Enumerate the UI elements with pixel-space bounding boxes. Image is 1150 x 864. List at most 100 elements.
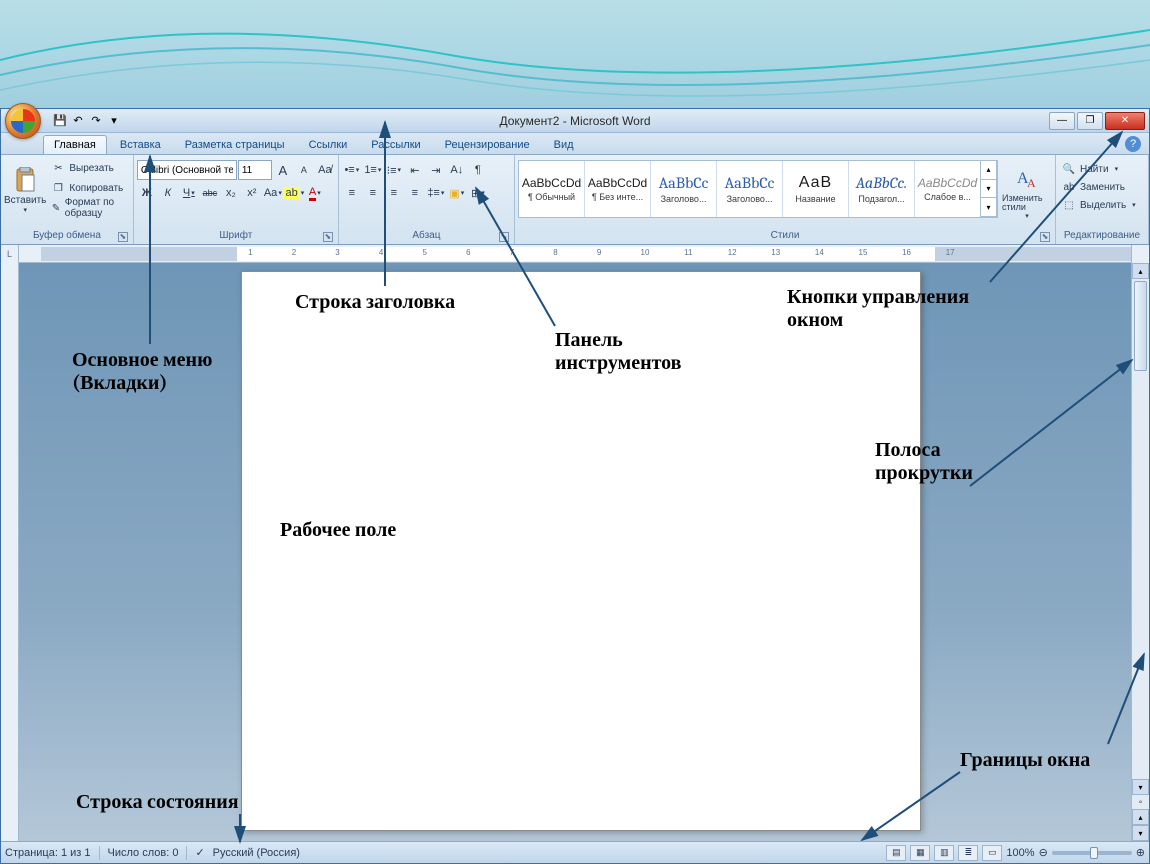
styles-launcher[interactable]: ⬊ [1040, 232, 1050, 242]
sort-button[interactable]: A↓ [447, 160, 467, 180]
find-button[interactable]: 🔍Найти▾ [1059, 160, 1121, 178]
paragraph-launcher[interactable]: ⬊ [499, 232, 509, 242]
minimize-button[interactable]: — [1049, 112, 1075, 130]
save-icon[interactable]: 💾 [53, 114, 67, 128]
zoom-level[interactable]: 100% [1006, 847, 1034, 859]
ruler-horizontal[interactable]: 123 456 789 101112 131415 1617 [19, 245, 1131, 263]
font-size-select[interactable] [238, 160, 272, 180]
vertical-scrollbar[interactable]: ▴ ▾ ◦ ▴ ▾ [1131, 263, 1149, 841]
style-normal[interactable]: AaBbCcDd¶ Обычный [519, 161, 585, 217]
prev-page-icon[interactable]: ▴ [1132, 809, 1149, 825]
group-clipboard: Вставить ▾ ✂Вырезать ❐Копировать ✎Формат… [1, 155, 134, 244]
italic-button[interactable]: К [158, 183, 178, 203]
decrease-indent-button[interactable]: ⇤ [405, 160, 425, 180]
numbering-button[interactable]: 1≡ [363, 160, 383, 180]
scroll-up-icon[interactable]: ▴ [1132, 263, 1149, 279]
ruler-vertical[interactable] [1, 263, 19, 841]
format-painter-button[interactable]: ✎Формат по образцу [48, 199, 127, 217]
status-word-count[interactable]: Число слов: 0 [108, 847, 179, 859]
browse-object-icon[interactable]: ◦ [1132, 795, 1149, 809]
zoom-in-button[interactable]: ⊕ [1136, 846, 1145, 859]
scroll-thumb[interactable] [1134, 281, 1147, 371]
multilevel-button[interactable]: ⁝≡ [384, 160, 404, 180]
change-styles-icon: AA [1014, 166, 1040, 192]
superscript-button[interactable]: x² [242, 183, 262, 203]
strike-button[interactable]: abc [200, 183, 220, 203]
style-subtle[interactable]: AaBbCcDdСлабое в... [915, 161, 981, 217]
bold-button[interactable]: Ж [137, 183, 157, 203]
outline-view-button[interactable]: ≣ [958, 845, 978, 861]
office-button[interactable] [5, 103, 41, 139]
line-spacing-button[interactable]: ‡≡ [426, 183, 446, 203]
web-layout-view-button[interactable]: ▥ [934, 845, 954, 861]
select-button[interactable]: ⬚Выделить▾ [1059, 196, 1139, 214]
numbering-icon: 1≡ [364, 164, 377, 176]
help-icon[interactable]: ? [1125, 136, 1141, 152]
close-button[interactable]: ✕ [1105, 112, 1145, 130]
font-name-select[interactable] [137, 160, 237, 180]
undo-icon[interactable]: ↶ [71, 114, 85, 128]
replace-label: Заменить [1080, 182, 1125, 193]
font-launcher[interactable]: ⬊ [323, 232, 333, 242]
align-left-icon: ≡ [349, 187, 355, 199]
style-title[interactable]: АаВНазвание [783, 161, 849, 217]
show-marks-button[interactable]: ¶ [468, 160, 488, 180]
align-left-button[interactable]: ≡ [342, 183, 362, 203]
align-center-button[interactable]: ≡ [363, 183, 383, 203]
style-heading1[interactable]: AaBbCcЗаголово... [651, 161, 717, 217]
qat-customize-icon[interactable]: ▾ [107, 114, 121, 128]
full-screen-view-button[interactable]: ▦ [910, 845, 930, 861]
decorative-background [0, 0, 1150, 110]
draft-view-button[interactable]: ▭ [982, 845, 1002, 861]
styles-scroll[interactable]: ▴▾▾ [981, 161, 997, 217]
clear-format-button[interactable]: Aa̸ [315, 160, 335, 180]
tab-page-layout[interactable]: Разметка страницы [174, 135, 296, 154]
tab-review[interactable]: Рецензирование [434, 135, 541, 154]
increase-indent-button[interactable]: ⇥ [426, 160, 446, 180]
grow-font-button[interactable]: A [273, 160, 293, 180]
change-styles-label: Изменить стили [1002, 194, 1052, 212]
zoom-slider[interactable] [1052, 851, 1132, 855]
font-color-button[interactable]: A [305, 183, 325, 203]
subscript-button[interactable]: x₂ [221, 183, 241, 203]
copy-button[interactable]: ❐Копировать [48, 179, 127, 197]
tab-mailings[interactable]: Рассылки [360, 135, 431, 154]
status-language[interactable]: Русский (Россия) [213, 847, 300, 859]
paste-button[interactable]: Вставить ▾ [4, 157, 46, 223]
ribbon-tabs: Главная Вставка Разметка страницы Ссылки… [1, 133, 1149, 155]
clipboard-launcher[interactable]: ⬊ [118, 232, 128, 242]
borders-button[interactable]: ⊞ [468, 183, 488, 203]
style-subtitle[interactable]: AaBbCc.Подзагол... [849, 161, 915, 217]
status-page[interactable]: Страница: 1 из 1 [5, 847, 91, 859]
shrink-font-button[interactable]: A [294, 160, 314, 180]
tab-view[interactable]: Вид [543, 135, 585, 154]
align-right-icon: ≡ [391, 187, 397, 199]
change-case-button[interactable]: Aa [263, 183, 283, 203]
tab-home[interactable]: Главная [43, 135, 107, 154]
cut-button[interactable]: ✂Вырезать [48, 159, 127, 177]
align-right-button[interactable]: ≡ [384, 183, 404, 203]
proofing-icon[interactable]: ✓ [195, 846, 204, 859]
style-no-spacing[interactable]: AaBbCcDd¶ Без инте... [585, 161, 651, 217]
style-heading2[interactable]: AaBbCcЗаголово... [717, 161, 783, 217]
maximize-button[interactable]: ❐ [1077, 112, 1103, 130]
bullets-button[interactable]: •≡ [342, 160, 362, 180]
scroll-track[interactable] [1132, 373, 1149, 779]
replace-button[interactable]: abЗаменить [1059, 178, 1128, 196]
group-font: A A Aa̸ Ж К Ч abc x₂ x² Aa ab A Шрифт⬊ [134, 155, 339, 244]
tab-insert[interactable]: Вставка [109, 135, 172, 154]
highlight-button[interactable]: ab [284, 183, 304, 203]
ribbon: Вставить ▾ ✂Вырезать ❐Копировать ✎Формат… [1, 155, 1149, 245]
group-paragraph-label: Абзац⬊ [342, 228, 511, 244]
shading-button[interactable]: ▣ [447, 183, 467, 203]
redo-icon[interactable]: ↷ [89, 114, 103, 128]
underline-button[interactable]: Ч [179, 183, 199, 203]
print-layout-view-button[interactable]: ▤ [886, 845, 906, 861]
next-page-icon[interactable]: ▾ [1132, 825, 1149, 841]
scroll-down-icon[interactable]: ▾ [1132, 779, 1149, 795]
zoom-out-button[interactable]: ⊖ [1039, 846, 1048, 859]
change-styles-button[interactable]: AA Изменить стили ▾ [1002, 160, 1052, 226]
justify-button[interactable]: ≡ [405, 183, 425, 203]
tab-references[interactable]: Ссылки [298, 135, 359, 154]
ruler-toggle[interactable] [1131, 245, 1149, 263]
